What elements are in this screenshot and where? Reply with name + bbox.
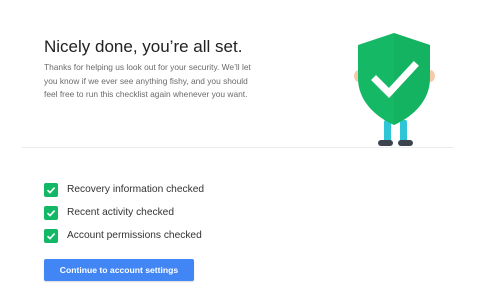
checklist-item-recovery: Recovery information checked [44, 182, 204, 197]
checkbox-checked-icon [44, 182, 58, 197]
shield-checkmark-icon [354, 33, 435, 146]
shield-figure-left-shoe [378, 140, 393, 146]
page-title: Nicely done, you’re all set. [44, 37, 243, 56]
section-divider [22, 147, 454, 148]
checklist-item-permissions: Account permissions checked [44, 228, 204, 243]
security-checklist: Recovery information checked Recent acti… [44, 182, 204, 251]
shield-figure-right-leg [400, 120, 407, 142]
checklist-item-label: Recent activity checked [67, 207, 175, 218]
continue-to-account-settings-button[interactable]: Continue to account settings [44, 259, 194, 281]
shield-figure-right-shoe [398, 140, 413, 146]
checkmark-icon [46, 186, 56, 194]
description-text: Thanks for helping us look out for your … [44, 61, 294, 102]
description-line: Thanks for helping us look out for your … [44, 62, 251, 72]
checkbox-checked-icon [44, 205, 58, 220]
checkbox-checked-icon [44, 228, 58, 243]
checklist-item-activity: Recent activity checked [44, 205, 204, 220]
checkmark-icon [46, 232, 56, 240]
shield-figure-left-leg [384, 120, 391, 142]
checklist-item-label: Recovery information checked [67, 184, 205, 195]
checkmark-icon [46, 209, 56, 217]
checklist-item-label: Account permissions checked [67, 230, 202, 241]
description-line: feel free to run this checklist again wh… [44, 89, 248, 100]
description-line: you know if we ever see anything fishy, … [44, 75, 248, 86]
